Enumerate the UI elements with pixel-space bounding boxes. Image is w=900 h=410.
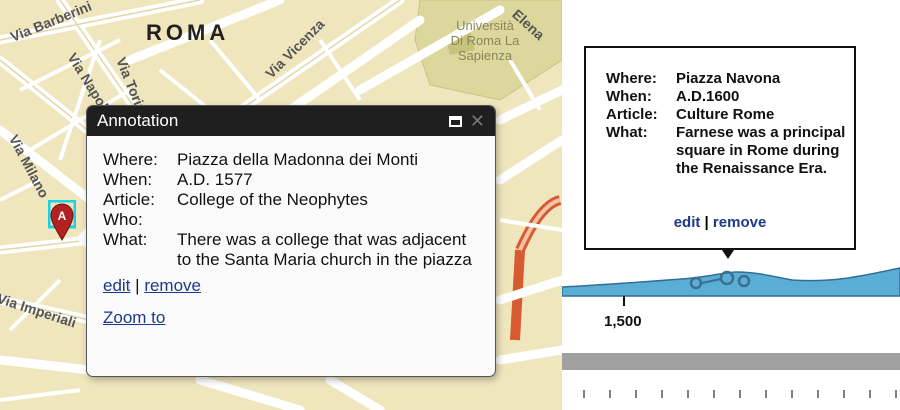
- popup-field-who: Who:: [103, 210, 479, 230]
- field-value: [177, 210, 479, 230]
- field-label: Who:: [103, 210, 143, 229]
- popup-field-article: Article: College of the Neophytes: [103, 190, 479, 210]
- popup-actions: edit | remove Zoom to: [103, 276, 479, 328]
- link-separator: |: [135, 276, 140, 295]
- link-separator: |: [704, 214, 709, 231]
- tooltip-field-what: What: Farnese was a principal square in …: [606, 124, 846, 178]
- map-pin-icon: A: [48, 200, 76, 242]
- timeline-view[interactable]: 1,500 Where: Piazza Navona When: A.D.160…: [562, 0, 900, 410]
- field-value: Piazza Navona: [676, 70, 781, 87]
- edit-link[interactable]: edit: [103, 276, 130, 295]
- tooltip-field-article: Article: Culture Rome: [606, 106, 846, 124]
- map-view[interactable]: ROMA Università Di Roma La Sapienza Via …: [0, 0, 562, 410]
- popup-body: Where: Piazza della Madonna dei Monti Wh…: [87, 136, 495, 328]
- close-icon[interactable]: ✕: [470, 112, 485, 130]
- field-label: Article:: [606, 106, 658, 123]
- edit-link[interactable]: edit: [674, 214, 701, 231]
- tooltip-field-where: Where: Piazza Navona: [606, 70, 846, 88]
- maximize-icon[interactable]: [448, 115, 462, 127]
- field-value: Farnese was a principal square in Rome d…: [676, 124, 846, 177]
- field-value: Culture Rome: [676, 106, 775, 123]
- tooltip-field-when: When: A.D.1600: [606, 88, 846, 106]
- field-value: There was a college that was adjacent to…: [177, 230, 472, 269]
- popup-title: Annotation: [97, 111, 179, 130]
- tooltip-actions: edit | remove: [586, 214, 854, 231]
- field-label: Article:: [103, 190, 155, 209]
- timeline-tooltip: Where: Piazza Navona When: A.D.1600 Arti…: [584, 46, 856, 250]
- field-label: What:: [606, 124, 648, 141]
- map-marker-letter: A: [58, 209, 67, 223]
- tooltip-pointer: [722, 250, 734, 259]
- popup-header: Annotation ✕: [87, 106, 495, 136]
- field-label: When:: [103, 170, 153, 189]
- zoom-to-link[interactable]: Zoom to: [103, 308, 479, 328]
- field-value: Piazza della Madonna dei Monti: [177, 150, 418, 169]
- field-value: College of the Neophytes: [177, 190, 368, 209]
- timeline-tick-label: 1,500: [604, 313, 642, 330]
- field-label: Where:: [103, 150, 158, 169]
- annotation-popup: Annotation ✕ Where: Piazza della Madonna…: [87, 106, 495, 376]
- map-university-line: Sapienza: [457, 48, 513, 63]
- field-label: Where:: [606, 70, 657, 87]
- field-value: A.D. 1577: [177, 170, 253, 189]
- remove-link[interactable]: remove: [713, 214, 766, 231]
- map-marker[interactable]: A: [48, 200, 76, 242]
- popup-field-where: Where: Piazza della Madonna dei Monti: [103, 150, 479, 170]
- remove-link[interactable]: remove: [144, 276, 201, 295]
- field-label: When:: [606, 88, 652, 105]
- field-label: What:: [103, 230, 148, 249]
- map-university-line: Di Roma La: [450, 33, 520, 48]
- field-value: A.D.1600: [676, 88, 740, 105]
- tooltip-body: Where: Piazza Navona When: A.D.1600 Arti…: [606, 70, 846, 178]
- map-city-label: ROMA: [146, 20, 230, 45]
- popup-field-what: What: There was a college that was adjac…: [103, 230, 479, 270]
- popup-controls: ✕: [448, 112, 485, 130]
- popup-field-when: When: A.D. 1577: [103, 170, 479, 190]
